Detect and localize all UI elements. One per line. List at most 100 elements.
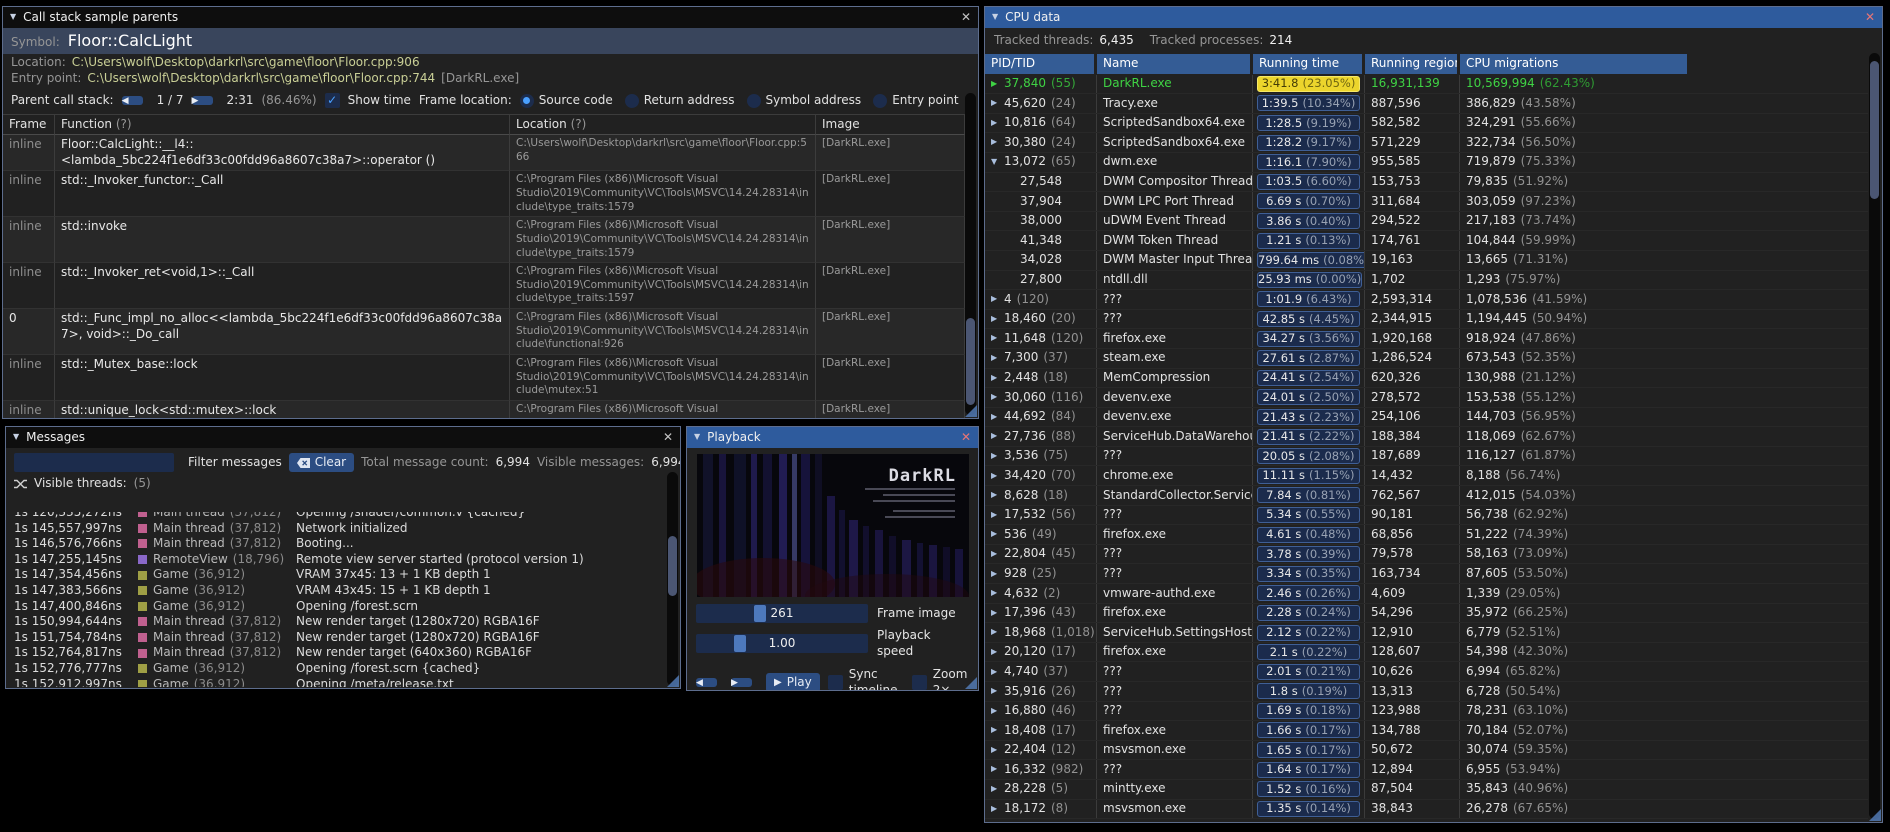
cpu-row[interactable]: ▶ 27,736 (88) ServiceHub.DataWarehouseHo… [985,427,1868,447]
playback-titlebar[interactable]: ▼ Playback ✕ [687,427,978,448]
messages-titlebar[interactable]: ▼ Messages ✕ [6,427,680,448]
expand-icon[interactable]: ▶ [991,412,1004,422]
callstack-table-row[interactable]: inline std::unique_lock<std::mutex>::loc… [3,400,965,418]
expand-icon[interactable]: ▶ [991,627,1004,637]
col-pid-tid[interactable]: PID/TID [985,53,1094,74]
expand-icon[interactable]: ▶ [991,392,1004,402]
expand-icon[interactable]: ▶ [991,706,1004,716]
expand-icon[interactable]: ▶ [991,569,1004,579]
callstack-table-row[interactable]: 0 std::_Func_impl_no_alloc<<lambda_5bc22… [3,309,965,356]
cpu-row[interactable]: ▼ 13,072 (65) dwm.exe 1:16.1 (7.90%) 955… [985,152,1868,173]
filter-input[interactable] [14,453,174,472]
scrollbar-thumb[interactable] [668,536,677,597]
cpu-row[interactable]: ▶ 18,172 (8) msvsmon.exe 1.35 s (0.14%) … [985,799,1868,820]
expand-icon[interactable]: ▶ [991,333,1004,343]
play-button[interactable]: ▶ Play [766,673,820,690]
cpu-row[interactable]: ▶ 18,408 (17) firefox.exe 1.66 s (0.17%)… [985,721,1868,741]
scrollbar-thumb[interactable] [1870,60,1879,199]
col-function[interactable]: Function (?) [55,114,510,136]
expand-icon[interactable]: ▶ [991,510,1004,520]
callstack-scrollbar[interactable] [965,93,976,415]
cpu-row[interactable]: ▶ 7,300 (37) steam.exe 27.61 s (2.87%) 1… [985,348,1868,369]
cpu-row[interactable]: ▶ 8,628 (18) StandardCollector.Service.e… [985,486,1868,506]
cpu-row[interactable]: 41,348 DWM Token Thread 1.21 s (0.13%) 1… [985,231,1868,251]
playback-speed-slider[interactable]: 1.00 [696,634,868,654]
cpu-row[interactable]: ▶ 20,120 (17) firefox.exe 2.1 s (0.22%) … [985,642,1868,663]
message-row[interactable]: 1s 147,383,566ns Game (36,912) VRAM 43x4… [14,583,665,599]
expand-icon[interactable]: ▶ [991,353,1004,363]
cpu-row[interactable]: ▶ 17,532 (56) ??? 5.34 s (0.55%) 90,181 … [985,505,1868,526]
cpu-row[interactable]: ▶ 4 (120) ??? 1:01.9 (6.43%) 2,593,314 1… [985,290,1868,310]
message-row[interactable]: 1s 150,994,644ns Main thread (37,812) Ne… [14,614,665,630]
message-row[interactable]: 1s 152,912,997ns Game (36,912) Opening /… [14,677,665,687]
expand-icon[interactable]: ▶ [991,725,1004,735]
expand-icon[interactable]: ▶ [991,804,1004,814]
callstack-table-row[interactable]: inline std::_Mutex_base::lock C:\Program… [3,355,965,401]
expand-icon[interactable]: ▶ [991,79,1004,89]
cpu-row[interactable]: ▶ 11,648 (120) firefox.exe 34.27 s (3.56… [985,329,1868,349]
cpu-row[interactable]: ▶ 22,404 (12) msvsmon.exe 1.65 s (0.17%)… [985,740,1868,761]
callstack-table-row[interactable]: inline std::invoke C:\Program Files (x86… [3,217,965,264]
resize-grip[interactable] [965,677,977,689]
frame-location-radio[interactable]: Symbol address [746,93,861,109]
close-icon[interactable]: ✕ [663,430,673,446]
cpu-row[interactable]: ▶ 35,916 (26) ??? 1.8 s (0.19%) 13,313 6… [985,682,1868,702]
clear-button[interactable]: Clear [288,453,355,472]
cpu-row[interactable]: ▶ 10,816 (64) ScriptedSandbox64.exe 1:28… [985,113,1868,134]
cpu-row[interactable]: ▶ 18,460 (20) ??? 42.85 s (4.45%) 2,344,… [985,309,1868,330]
expand-icon[interactable]: ▶ [991,529,1004,539]
frame-location-radio[interactable]: Return address [624,93,735,109]
expand-icon[interactable]: ▶ [991,667,1004,677]
cpu-row[interactable]: ▶ 34,420 (70) chrome.exe 11.11 s (1.15%)… [985,466,1868,486]
cpu-row[interactable]: ▶ 16,880 (46) ??? 1.69 s (0.18%) 123,988… [985,701,1868,722]
zoom-checkbox[interactable] [911,675,927,690]
resize-grip[interactable] [1869,809,1881,821]
expand-icon[interactable]: ▶ [991,431,1004,441]
visible-threads-row[interactable]: Visible threads: (5) [6,476,680,495]
message-row[interactable]: 1s 147,354,456ns Game (36,912) VRAM 37x4… [14,567,665,583]
expand-icon[interactable]: ▶ [991,471,1004,481]
col-image[interactable]: Image [816,114,965,136]
help-icon[interactable]: (?) [571,117,587,131]
cpu-row[interactable]: ▶ 44,692 (84) devenv.exe 21.43 s (2.23%)… [985,407,1868,428]
callstack-table-row[interactable]: inline Floor::CalcLight::__l4::<lambda_5… [3,135,965,172]
message-row[interactable]: 1s 120,335,272ns Main thread (37,812) Op… [14,512,665,521]
expand-icon[interactable]: ▶ [991,588,1004,598]
expand-icon[interactable]: ▶ [991,647,1004,657]
expand-icon[interactable]: ▶ [991,686,1004,696]
frame-location-radio[interactable]: Entry point [873,93,959,109]
next-stack-button[interactable]: ▶ [191,96,213,106]
cpu-row[interactable]: 37,904 DWM LPC Port Thread 6.69 s (0.70%… [985,192,1868,212]
cpu-row[interactable]: ▶ 18,968 (1,018) ServiceHub.SettingsHost… [985,623,1868,643]
cpu-titlebar[interactable]: ▼ CPU data ✕ [985,7,1882,28]
expand-icon[interactable]: ▼ [991,157,1004,167]
show-time-checkbox[interactable] [324,93,340,109]
scrollbar-thumb[interactable] [966,318,975,406]
help-icon[interactable]: (?) [116,117,132,131]
cpu-row[interactable]: ▶ 30,060 (116) devenv.exe 24.01 s (2.50%… [985,388,1868,408]
col-running-time[interactable]: Running time [1253,53,1362,74]
close-icon[interactable]: ✕ [1865,10,1875,26]
cpu-row[interactable]: ▶ 4,740 (37) ??? 2.01 s (0.21%) 10,626 6… [985,662,1868,682]
callstack-table-row[interactable]: inline std::_Invoker_ret<void,1>::_Call … [3,263,965,310]
collapse-icon[interactable]: ▼ [13,432,19,442]
expand-icon[interactable]: ▶ [991,137,1004,147]
cpu-row[interactable]: ▶ 22,804 (45) ??? 3.78 s (0.39%) 79,578 … [985,544,1868,565]
expand-icon[interactable]: ▶ [991,764,1004,774]
col-running-regions[interactable]: Running regions [1365,53,1457,74]
cpu-scrollbar[interactable] [1869,53,1880,819]
expand-icon[interactable]: ▶ [991,314,1004,324]
resize-grip[interactable] [667,675,679,687]
prev-stack-button[interactable]: ◀ [121,96,143,106]
message-row[interactable]: 1s 147,400,846ns Game (36,912) Opening /… [14,599,665,615]
step-forward-button[interactable]: ▶ [731,678,752,688]
expand-icon[interactable]: ▶ [991,118,1004,128]
expand-icon[interactable]: ▶ [991,745,1004,755]
collapse-icon[interactable]: ▼ [992,12,998,22]
cpu-row[interactable]: ▶ 536 (49) firefox.exe 4.61 s (0.48%) 68… [985,525,1868,545]
cpu-row[interactable]: ▶ 30,380 (24) ScriptedSandbox64.exe 1:28… [985,133,1868,153]
cpu-row[interactable]: ▶ 45,620 (24) Tracy.exe 1:39.5 (10.34%) … [985,94,1868,114]
cpu-row[interactable]: 27,800 ntdll.dll 25.93 ms (0.00%) 1,702 … [985,270,1868,291]
close-icon[interactable]: ✕ [961,10,971,26]
sync-timeline-checkbox[interactable] [827,675,843,690]
